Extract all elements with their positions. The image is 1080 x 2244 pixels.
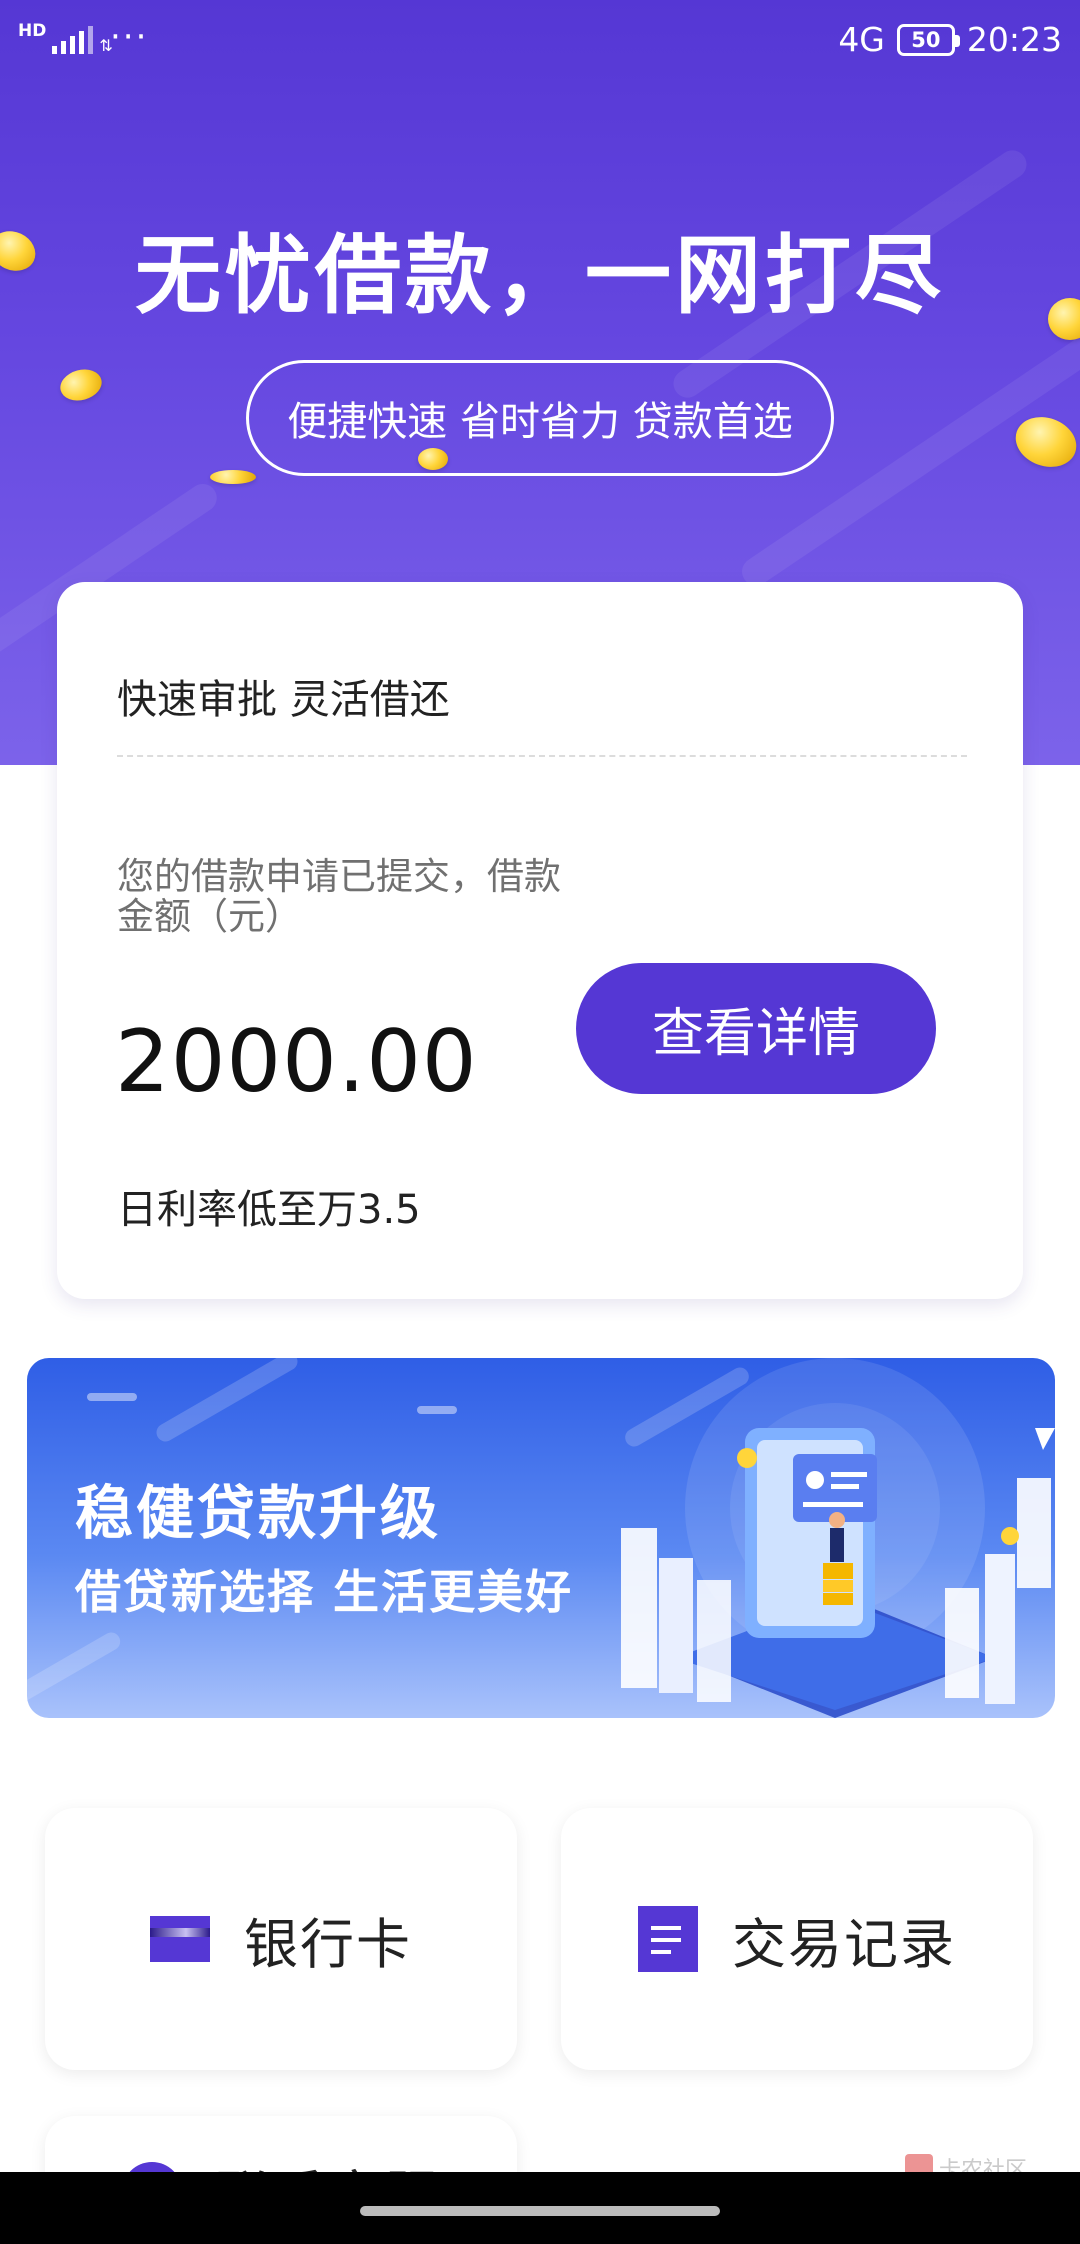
home-gesture-bar[interactable] xyxy=(360,2206,720,2216)
signal-group: HD ⇅ xyxy=(18,21,113,54)
coin-decoration xyxy=(1008,408,1080,476)
bank-card-tile[interactable]: 银行卡 xyxy=(45,1808,517,2070)
document-list-icon xyxy=(638,1906,698,1972)
coin-decoration xyxy=(56,365,106,405)
bank-card-icon xyxy=(150,1916,210,1962)
decor-dash xyxy=(87,1393,137,1401)
signal-icon xyxy=(52,24,94,54)
loan-amount: 2000.00 xyxy=(115,1012,478,1112)
decor-streak xyxy=(27,1629,124,1705)
view-details-button[interactable]: 查看详情 xyxy=(576,963,936,1094)
battery-icon: 50 xyxy=(896,23,960,56)
banner-subtitle: 借贷新选择 生活更美好 xyxy=(75,1565,574,1619)
decor-streak xyxy=(153,1358,301,1445)
hd-indicator: HD xyxy=(18,21,47,41)
application-status-text: 您的借款申请已提交，借款金额（元） xyxy=(117,855,561,938)
decor-dash xyxy=(417,1406,457,1414)
interest-rate-text: 日利率低至万3.5 xyxy=(117,1187,421,1233)
status-bar: HD ⇅ ··· 4G 50 20:23 xyxy=(0,0,1080,84)
hero-slogan: 便捷快速 省时省力 贷款首选 xyxy=(246,360,834,476)
transaction-records-label: 交易记录 xyxy=(732,1912,956,1976)
more-notifications-icon: ··· xyxy=(110,17,149,57)
banner-illustration xyxy=(621,1358,1055,1718)
loan-status-card: 快速审批 灵活借还 您的借款申请已提交，借款金额（元） 2000.00 查看详情… xyxy=(57,582,1023,1299)
transaction-records-tile[interactable]: 交易记录 xyxy=(561,1808,1033,2070)
bank-card-label: 银行卡 xyxy=(244,1912,412,1976)
divider xyxy=(117,755,967,757)
hero-headline: 无忧借款，一网打尽 xyxy=(135,226,945,326)
card-title: 快速审批 灵活借还 xyxy=(117,677,450,723)
promo-banner[interactable]: 稳健贷款升级 借贷新选择 生活更美好 xyxy=(27,1358,1055,1718)
banner-title: 稳健贷款升级 xyxy=(75,1479,442,1547)
status-right: 4G 50 20:23 xyxy=(838,20,1062,59)
network-type: 4G xyxy=(838,20,885,59)
coin-decoration xyxy=(210,470,256,484)
clock: 20:23 xyxy=(966,20,1062,59)
